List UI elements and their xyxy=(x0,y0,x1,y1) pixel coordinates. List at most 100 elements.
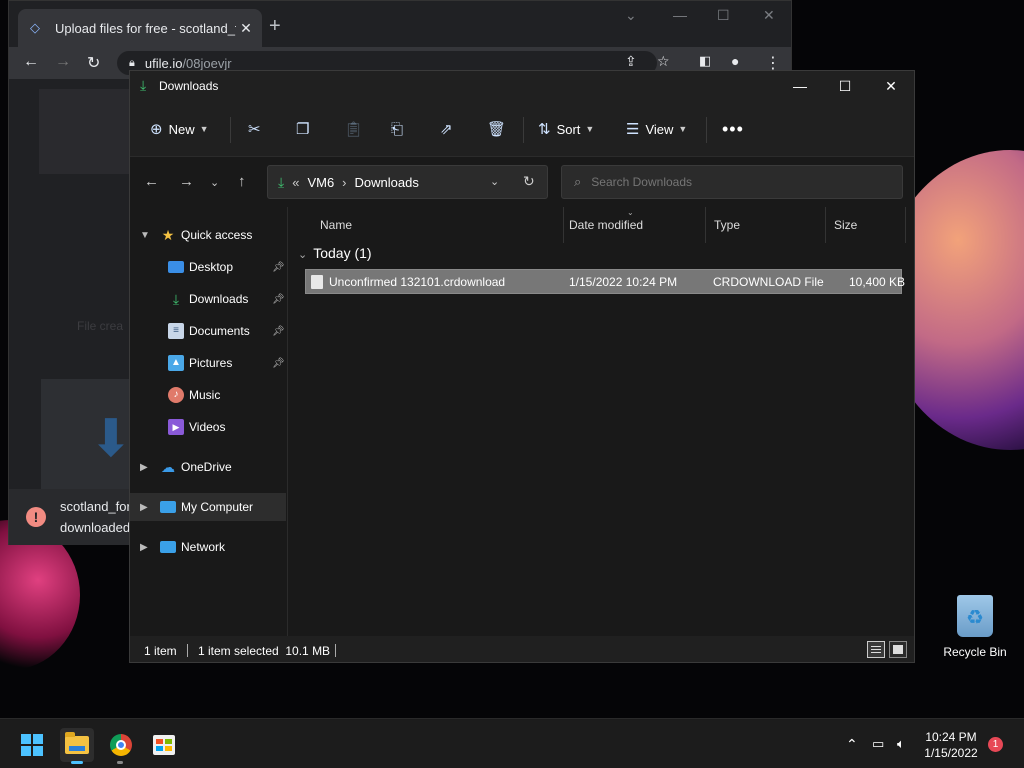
tab-search-icon[interactable]: ⌄ xyxy=(625,7,637,24)
details-view-button[interactable] xyxy=(867,641,885,658)
close-button[interactable]: ✕ xyxy=(868,75,914,99)
show-hidden-icons-chevron-icon[interactable]: ⌃ xyxy=(846,736,858,753)
network-status-icon[interactable]: ▭ xyxy=(872,736,884,752)
minimize-button[interactable]: — xyxy=(777,75,823,99)
nav-desktop[interactable]: Desktop 📌︎ xyxy=(130,253,286,281)
chrome-maximize-icon[interactable]: ☐ xyxy=(717,7,730,24)
group-header-today[interactable]: ⌄ Today (1) xyxy=(298,245,372,261)
recycle-bin-shortcut[interactable]: ♻ Recycle Bin xyxy=(935,595,1015,659)
file-list: Name Date modified ⌄ Type Size ⌄ Today (1… xyxy=(290,207,914,636)
back-arrow-icon[interactable]: ← xyxy=(144,173,159,190)
close-tab-icon[interactable]: ✕ xyxy=(236,20,256,37)
page-panel xyxy=(39,89,139,174)
start-button[interactable] xyxy=(15,728,49,762)
nav-downloads[interactable]: ⤓ Downloads 📌︎ xyxy=(130,285,286,313)
file-row[interactable]: Unconfirmed 132101.crdownload 1/15/2022 … xyxy=(305,269,906,294)
breadcrumb-downloads[interactable]: Downloads xyxy=(355,175,419,190)
ufile-favicon-icon: ◇ xyxy=(30,20,40,35)
music-icon: ♪ xyxy=(168,387,184,403)
pin-icon[interactable]: 📌︎ xyxy=(272,358,285,369)
active-app-indicator xyxy=(71,761,83,764)
breadcrumb-vm6[interactable]: VM6 xyxy=(307,175,334,190)
collapsed-chevron-icon[interactable]: ▶ xyxy=(140,502,148,513)
up-arrow-icon[interactable]: ↑ xyxy=(238,173,246,190)
nav-quick-access[interactable]: ▼ ★ Quick access xyxy=(130,221,286,249)
desktop-icon xyxy=(168,261,184,273)
file-size: 10,400 KB xyxy=(849,275,906,289)
view-lines-icon: ☰ xyxy=(626,121,640,138)
nav-label: Quick access xyxy=(181,228,253,242)
more-options-button[interactable]: ••• xyxy=(722,118,744,140)
column-header-size[interactable]: Size xyxy=(826,207,906,243)
column-header-type[interactable]: Type xyxy=(706,207,826,243)
address-dropdown-icon[interactable]: ⌄ xyxy=(490,175,499,188)
selection-info: 1 item selected 10.1 MB xyxy=(198,644,331,658)
breadcrumb[interactable]: ⤓ « VM6 › Downloads ⌄ ↻ xyxy=(267,165,548,199)
forward-arrow-icon[interactable]: → xyxy=(55,53,71,71)
new-button[interactable]: ⊕ New ▼ xyxy=(150,118,209,140)
paste-button[interactable]: 📋︎ xyxy=(344,118,369,140)
page-text: File crea xyxy=(77,319,124,333)
sort-arrows-icon: ⇅ xyxy=(538,121,551,138)
chrome-minimize-icon[interactable]: — xyxy=(673,7,687,23)
collapsed-chevron-icon[interactable]: ▶ xyxy=(140,462,148,473)
pin-icon[interactable]: 📌︎ xyxy=(272,294,285,305)
chrome-icon xyxy=(110,734,132,756)
delete-button[interactable]: 🗑︎ xyxy=(487,118,512,140)
nav-network[interactable]: ▶ Network xyxy=(130,533,286,561)
chrome-close-icon[interactable]: ✕ xyxy=(763,7,775,24)
refresh-icon[interactable]: ↻ xyxy=(523,173,535,190)
nav-my-computer[interactable]: ▶ My Computer xyxy=(130,493,286,521)
taskbar-store[interactable] xyxy=(147,728,181,762)
nav-label: Music xyxy=(189,388,221,402)
taskbar-file-explorer[interactable] xyxy=(60,728,94,762)
new-tab-icon[interactable]: + xyxy=(269,15,281,38)
search-input[interactable] xyxy=(591,175,872,189)
url-path: /08joevjr xyxy=(182,55,232,71)
view-button[interactable]: ☰ View ▼ xyxy=(626,118,687,140)
notification-badge[interactable]: 1 xyxy=(988,737,1003,752)
explorer-titlebar[interactable]: ⤓ Downloads — ☐ ✕ xyxy=(130,71,914,101)
file-name: Unconfirmed 132101.crdownload xyxy=(329,275,506,289)
expanded-chevron-icon[interactable]: ▼ xyxy=(140,230,150,241)
download-filename[interactable]: scotland_for xyxy=(60,499,131,514)
download-error-icon: ! xyxy=(26,507,46,527)
share-icon[interactable]: ⇪ xyxy=(625,53,637,70)
search-box[interactable]: ⌕ xyxy=(561,165,903,199)
nav-pictures[interactable]: ▲ Pictures 📌︎ xyxy=(130,349,286,377)
breadcrumb-overflow[interactable]: « xyxy=(292,175,299,190)
pin-icon[interactable]: 📌︎ xyxy=(272,326,285,337)
volume-icon[interactable]: 🔈︎ xyxy=(897,736,905,752)
system-clock[interactable]: 10:24 PM 1/15/2022 xyxy=(920,729,982,761)
reload-icon[interactable]: ↻ xyxy=(87,53,100,73)
status-bar: 1 item 1 item selected 10.1 MB xyxy=(130,636,914,662)
copy-button[interactable]: ❐ xyxy=(296,118,315,140)
maximize-button[interactable]: ☐ xyxy=(822,75,868,99)
profile-icon[interactable]: ● xyxy=(731,53,739,69)
group-collapse-chevron-icon[interactable]: ⌄ xyxy=(298,249,307,261)
file-type: CRDOWNLOAD File xyxy=(713,275,824,289)
cut-button[interactable]: ✂ xyxy=(248,118,267,140)
chrome-tab[interactable]: ◇ Upload files for free - scotland_fo ✕ xyxy=(18,9,262,47)
nav-documents[interactable]: ≡ Documents 📌︎ xyxy=(130,317,286,345)
column-header-name[interactable]: Name xyxy=(312,207,564,243)
taskbar-chrome[interactable] xyxy=(104,728,138,762)
collapsed-chevron-icon[interactable]: ▶ xyxy=(140,542,148,553)
nav-videos[interactable]: ▶ Videos xyxy=(130,413,286,441)
rename-button[interactable]: ⎗ xyxy=(391,118,409,140)
share-button[interactable]: ⇗ xyxy=(440,118,459,140)
sort-button[interactable]: ⇅ Sort ▼ xyxy=(538,118,594,140)
nav-music[interactable]: ♪ Music xyxy=(130,381,286,409)
column-label: Size xyxy=(834,218,858,232)
column-header-date[interactable]: Date modified ⌄ xyxy=(561,207,706,243)
recent-locations-chevron-icon[interactable]: ⌄ xyxy=(210,176,219,189)
pictures-icon: ▲ xyxy=(168,355,184,371)
back-arrow-icon[interactable]: ← xyxy=(23,53,39,71)
rename-icon: ⎗ xyxy=(391,120,404,138)
side-panel-icon[interactable]: ◧ xyxy=(699,53,711,69)
bookmark-star-icon[interactable]: ☆ xyxy=(657,53,670,70)
nav-onedrive[interactable]: ▶ ☁ OneDrive xyxy=(130,453,286,481)
forward-arrow-icon[interactable]: → xyxy=(179,173,194,190)
pin-icon[interactable]: 📌︎ xyxy=(272,262,285,273)
large-icons-view-button[interactable] xyxy=(889,641,907,658)
